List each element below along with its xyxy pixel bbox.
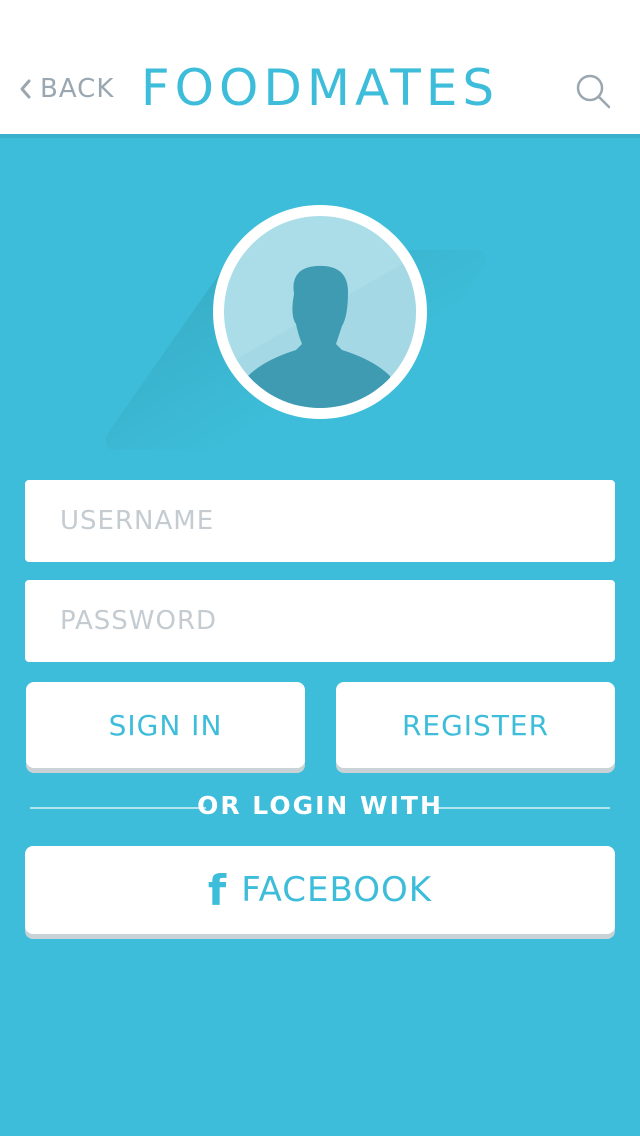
register-label: REGISTER [401, 708, 550, 742]
avatar-ring [213, 205, 427, 419]
password-field[interactable] [25, 580, 615, 662]
password-input[interactable] [25, 580, 615, 662]
username-input[interactable] [25, 480, 615, 562]
sign-in-button[interactable]: SIGN IN [26, 682, 305, 768]
facebook-label: FACEBOOK [241, 870, 433, 910]
facebook-icon: f [207, 865, 228, 915]
divider-label: OR LOGIN WITH [197, 791, 443, 820]
search-icon[interactable] [574, 72, 612, 110]
sign-in-label: SIGN IN [108, 708, 223, 742]
profile-avatar[interactable] [213, 205, 427, 419]
register-button[interactable]: REGISTER [336, 682, 615, 768]
user-silhouette-icon [224, 256, 416, 408]
login-divider: OR LOGIN WITH [30, 788, 610, 828]
avatar-photo-placeholder [224, 216, 416, 408]
facebook-login-button[interactable]: f FACEBOOK [25, 846, 615, 934]
top-navigation-bar: BACK FOODMATES [0, 0, 640, 134]
username-field[interactable] [25, 480, 615, 562]
app-title: FOODMATES [140, 59, 500, 117]
